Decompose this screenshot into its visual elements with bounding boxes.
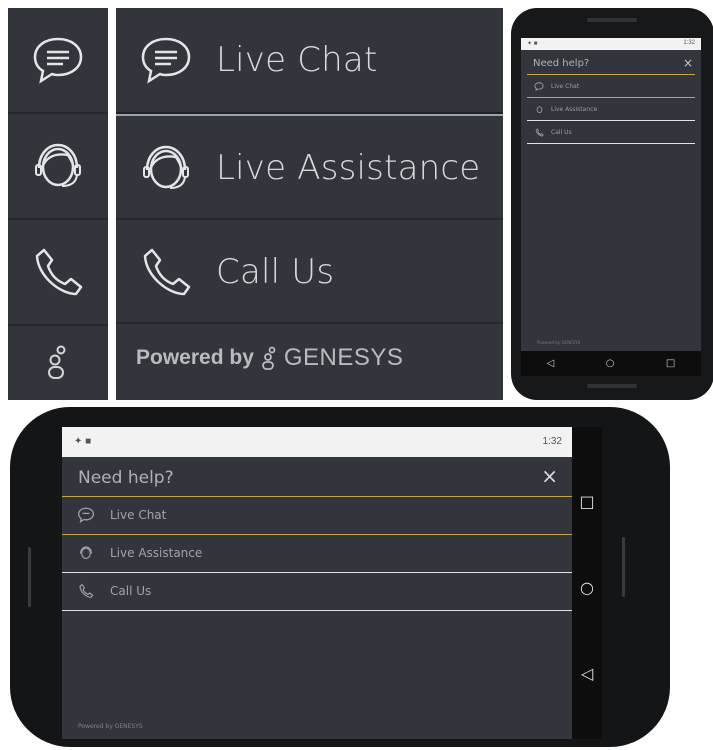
close-button[interactable]: × xyxy=(683,56,693,70)
headset-agent-icon xyxy=(143,145,189,189)
status-time: 1:32 xyxy=(542,436,562,447)
chat-bubble-icon xyxy=(33,37,83,84)
status-bar: ✦ ■ 1:32 xyxy=(521,38,701,50)
rail-call-us-button[interactable] xyxy=(8,218,108,324)
back-icon[interactable]: ◁ xyxy=(547,358,555,369)
android-nav-bar: □ ○ ◁ xyxy=(572,427,602,739)
phone-screen: ✦ ■ 1:32 Need help? × Live Chat Live Ass… xyxy=(521,38,701,376)
status-icons-left: ✦ ■ xyxy=(527,41,538,47)
speaker-grille xyxy=(622,537,625,597)
call-us-label: Call Us xyxy=(551,128,572,136)
phone-icon xyxy=(143,248,191,296)
live-assistance-option[interactable]: Live Assistance xyxy=(62,535,572,571)
headset-agent-icon xyxy=(536,105,542,113)
icon-rail xyxy=(8,8,108,400)
divider xyxy=(62,610,572,611)
live-assistance-label: Live Assistance xyxy=(216,148,481,188)
speaker-grille xyxy=(587,18,637,22)
live-chat-option[interactable]: Live Chat xyxy=(116,8,503,112)
genesys-logo-icon xyxy=(261,346,276,370)
headset-agent-icon xyxy=(80,546,92,559)
genesys-brand-text: GENESYS xyxy=(283,344,404,371)
live-chat-option[interactable]: Live Chat xyxy=(527,75,695,97)
phone-screen: ✦ ■ 1:32 Need help? × Live Chat Live Ass… xyxy=(62,427,572,739)
live-assistance-option[interactable]: Live Assistance xyxy=(116,116,503,220)
call-us-option[interactable]: Call Us xyxy=(527,121,695,143)
live-chat-option[interactable]: Live Chat xyxy=(62,497,572,533)
recents-icon[interactable]: □ xyxy=(572,491,602,511)
rail-live-assistance-button[interactable] xyxy=(8,112,108,218)
divider xyxy=(527,143,695,144)
widget-title: Need help? xyxy=(78,468,174,488)
home-icon[interactable]: ○ xyxy=(572,577,602,597)
divider xyxy=(116,322,503,324)
phone-landscape-mockup: ✦ ■ 1:32 Need help? × Live Chat Live Ass… xyxy=(10,407,670,747)
chat-bubble-icon xyxy=(534,81,544,91)
powered-by-genesys: Powered by GENESYS xyxy=(136,344,403,372)
live-chat-label: Live Chat xyxy=(551,82,580,90)
chat-bubble-icon xyxy=(141,37,191,84)
phone-icon xyxy=(79,583,94,598)
rail-genesys-logo xyxy=(8,324,108,398)
call-us-label: Call Us xyxy=(110,584,152,598)
call-us-option[interactable]: Call Us xyxy=(62,573,572,609)
powered-by-footer: Powered by GENESYS xyxy=(78,723,143,730)
powered-by-footer: Powered by GENESYS xyxy=(537,340,581,345)
status-time: 1:32 xyxy=(683,40,695,46)
chat-bubble-icon xyxy=(77,507,95,523)
close-button[interactable]: × xyxy=(541,464,558,488)
live-chat-label: Live Chat xyxy=(110,508,167,522)
status-bar: ✦ ■ 1:32 xyxy=(62,427,572,457)
recents-icon[interactable]: □ xyxy=(666,358,675,369)
rail-live-chat-button[interactable] xyxy=(8,8,108,112)
headset-agent-icon xyxy=(35,143,81,187)
android-nav-bar: ◁ ○ □ xyxy=(521,351,701,376)
phone-portrait-mockup: ✦ ■ 1:32 Need help? × Live Chat Live Ass… xyxy=(511,8,713,400)
back-icon[interactable]: ◁ xyxy=(572,663,602,683)
phone-icon xyxy=(535,127,544,136)
widget-title: Need help? xyxy=(533,58,590,69)
phone-icon xyxy=(35,248,83,296)
live-assistance-option[interactable]: Live Assistance xyxy=(527,98,695,120)
powered-by-text: Powered by xyxy=(136,346,254,369)
genesys-logo-icon xyxy=(48,345,66,379)
status-icons-left: ✦ ■ xyxy=(74,436,92,447)
channel-list-large: Live Chat Live Assistance Call Us Powere… xyxy=(116,8,503,400)
live-chat-label: Live Chat xyxy=(216,40,378,80)
call-us-label: Call Us xyxy=(216,252,335,292)
live-assistance-label: Live Assistance xyxy=(551,105,598,113)
call-us-option[interactable]: Call Us xyxy=(116,220,503,324)
speaker-grille xyxy=(587,384,637,388)
speaker-grille xyxy=(28,547,31,607)
live-assistance-label: Live Assistance xyxy=(110,546,203,560)
home-icon[interactable]: ○ xyxy=(606,358,615,369)
